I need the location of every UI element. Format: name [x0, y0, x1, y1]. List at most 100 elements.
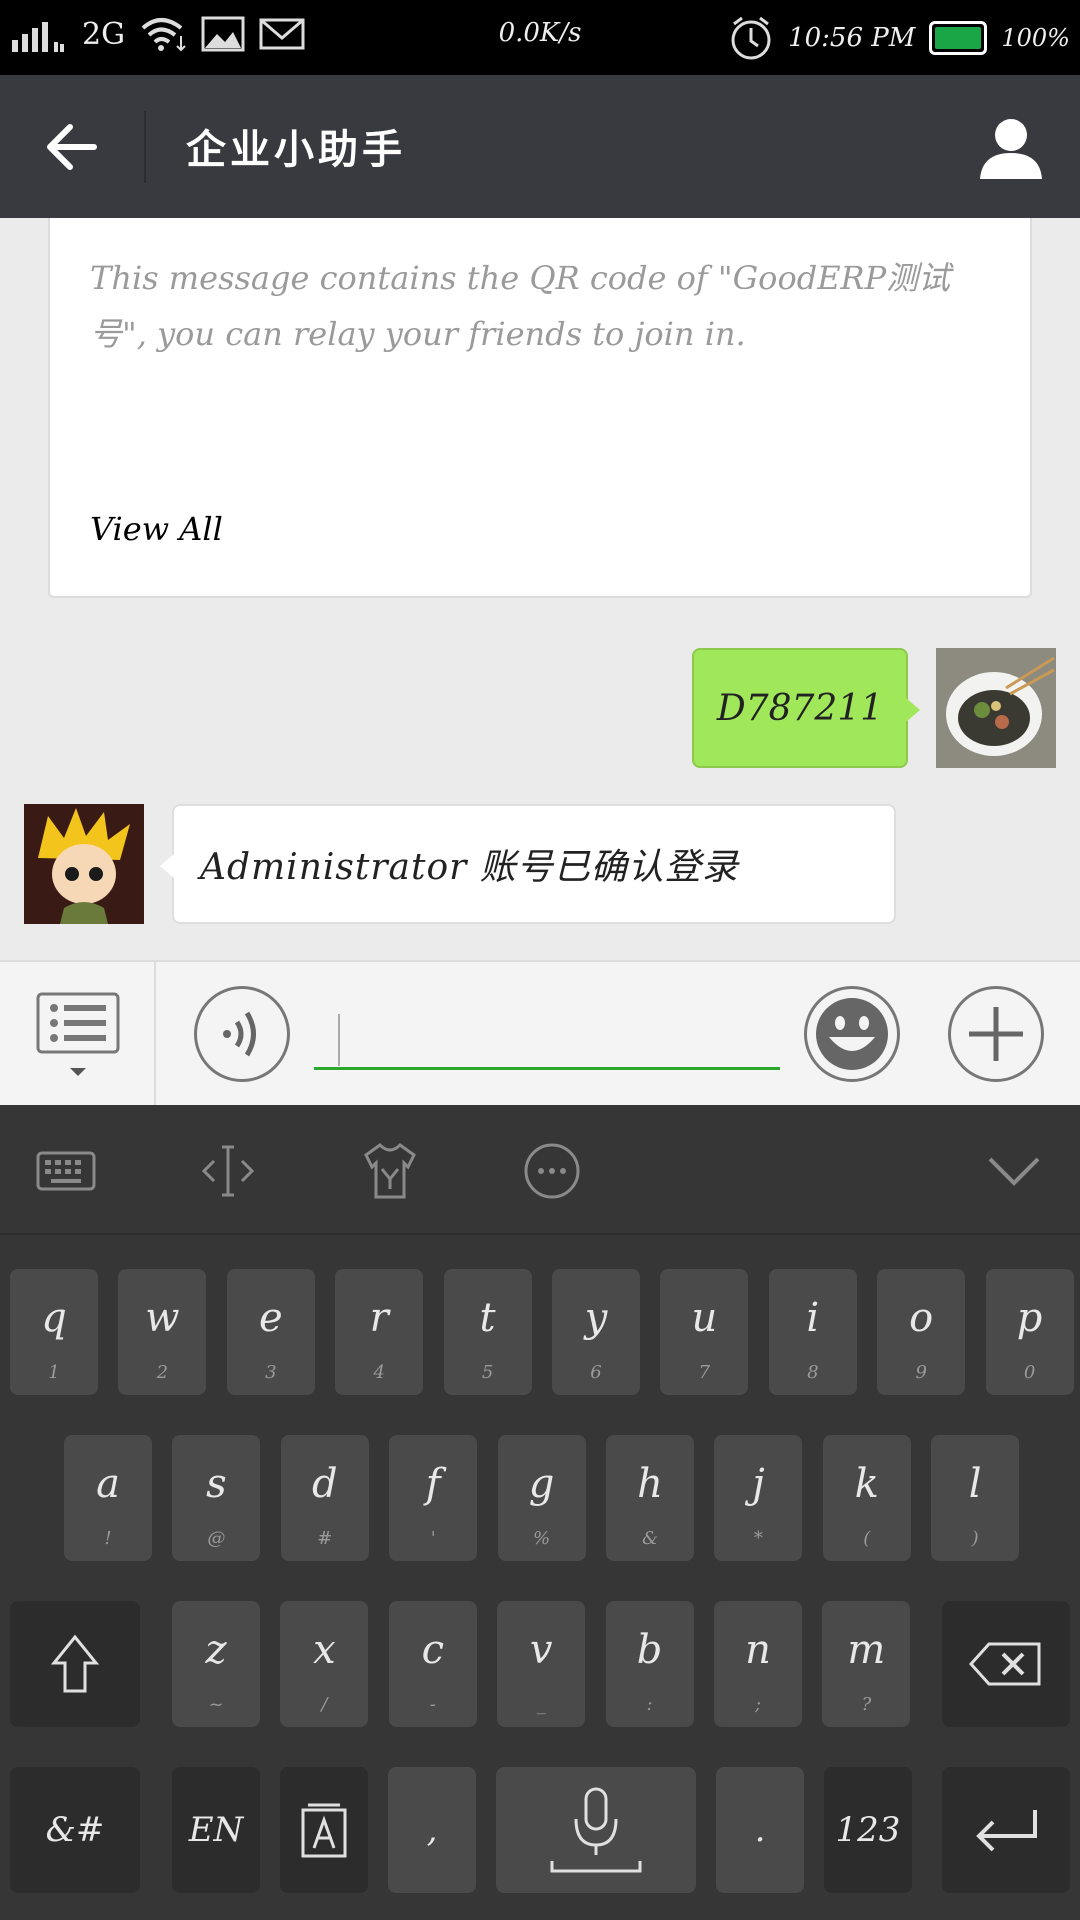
- key-y[interactable]: y6: [552, 1269, 640, 1395]
- key-f[interactable]: f ': [389, 1435, 478, 1561]
- voice-icon: [223, 1011, 256, 1057]
- key-sublabel: ): [971, 1528, 979, 1549]
- key-d[interactable]: d #: [280, 1435, 369, 1561]
- microphone-icon: [550, 1787, 642, 1873]
- key-sublabel: 8: [807, 1362, 819, 1383]
- keyboard-toolbar: [0, 1105, 1080, 1235]
- period-key[interactable]: .: [716, 1767, 804, 1893]
- numbers-key[interactable]: 123: [824, 1767, 912, 1893]
- outgoing-message-bubble[interactable]: D787211: [692, 648, 920, 768]
- key-w[interactable]: w2: [118, 1269, 207, 1395]
- handwriting-key[interactable]: [280, 1767, 368, 1893]
- key-sublabel: !: [104, 1528, 112, 1549]
- comma-key-label: ,: [426, 1810, 438, 1850]
- chat-header: 企业小助手: [0, 75, 1080, 218]
- key-g[interactable]: g%: [497, 1435, 586, 1561]
- key-label: k: [854, 1461, 879, 1507]
- collapse-keyboard-button[interactable]: [984, 1141, 1044, 1201]
- menu-toggle-button[interactable]: [0, 962, 156, 1105]
- key-v[interactable]: v _: [497, 1601, 586, 1727]
- my-avatar[interactable]: [936, 648, 1056, 768]
- key-label: h: [637, 1461, 663, 1507]
- key-r[interactable]: r4: [335, 1269, 424, 1395]
- chat-area[interactable]: This message contains the QR code of "Go…: [0, 218, 1080, 960]
- back-button[interactable]: [40, 115, 104, 179]
- key-h[interactable]: h &: [606, 1435, 694, 1561]
- enter-key[interactable]: [942, 1767, 1070, 1893]
- incoming-message-text: Administrator 账号已确认登录: [200, 847, 739, 888]
- voice-button[interactable]: [194, 986, 290, 1082]
- smiley-icon: [816, 998, 888, 1070]
- key-label: c: [421, 1627, 444, 1673]
- key-u[interactable]: u7: [660, 1269, 749, 1395]
- key-label: a: [96, 1461, 120, 1507]
- handwriting-icon: [301, 1803, 347, 1858]
- key-i[interactable]: i8: [768, 1269, 857, 1395]
- backspace-icon: [969, 1642, 1041, 1686]
- more-options-button[interactable]: [948, 986, 1044, 1082]
- key-label: n: [745, 1627, 771, 1673]
- key-l[interactable]: l): [931, 1435, 1020, 1561]
- key-sublabel: 3: [265, 1362, 277, 1383]
- emoji-button[interactable]: [804, 986, 900, 1082]
- key-j[interactable]: j *: [714, 1435, 803, 1561]
- symbols-key[interactable]: &#: [10, 1767, 140, 1893]
- key-m[interactable]: m?: [822, 1601, 911, 1727]
- key-c[interactable]: c-: [388, 1601, 477, 1727]
- view-all-link[interactable]: View All: [90, 510, 223, 548]
- key-sublabel: (: [863, 1528, 871, 1549]
- key-a[interactable]: a!: [64, 1435, 152, 1561]
- key-q[interactable]: q1: [10, 1269, 98, 1395]
- key-s[interactable]: s @: [172, 1435, 261, 1561]
- language-key[interactable]: EN: [172, 1767, 260, 1893]
- qr-message-card[interactable]: This message contains the QR code of "Go…: [48, 218, 1032, 598]
- key-x[interactable]: x /: [280, 1601, 369, 1727]
- key-label: x: [313, 1627, 336, 1673]
- shift-key[interactable]: [10, 1601, 140, 1727]
- key-label: e: [258, 1295, 283, 1341]
- cursor-move-button[interactable]: [198, 1141, 258, 1201]
- key-z[interactable]: z ~: [172, 1601, 260, 1727]
- key-label: m: [847, 1627, 886, 1673]
- network-speed: 0.0K/s: [498, 18, 582, 48]
- key-label: w: [145, 1295, 180, 1341]
- chat-info-button[interactable]: [978, 115, 1044, 181]
- person-icon: [980, 119, 1042, 179]
- key-o[interactable]: o9: [877, 1269, 966, 1395]
- key-t[interactable]: t5: [443, 1269, 532, 1395]
- card-description: This message contains the QR code of "Go…: [90, 259, 951, 353]
- key-label: b: [636, 1627, 663, 1673]
- numbers-key-label: 123: [835, 1810, 901, 1850]
- key-label: q: [41, 1295, 67, 1341]
- theme-button[interactable]: [360, 1141, 420, 1201]
- alarm-icon: [731, 16, 771, 60]
- key-n[interactable]: n;: [714, 1601, 802, 1727]
- assistant-avatar[interactable]: [24, 804, 144, 924]
- key-e[interactable]: e3: [226, 1269, 315, 1395]
- key-sublabel: ;: [754, 1694, 762, 1715]
- key-sublabel: ': [430, 1528, 436, 1549]
- key-sublabel: #: [317, 1528, 333, 1549]
- cartoon-avatar: [24, 804, 144, 924]
- backspace-key[interactable]: [942, 1601, 1070, 1727]
- key-b[interactable]: b:: [605, 1601, 694, 1727]
- key-label: f: [425, 1461, 441, 1507]
- key-k[interactable]: k(: [822, 1435, 911, 1561]
- keyboard-switch-button[interactable]: [36, 1141, 96, 1201]
- keyboard-icon: [36, 1151, 96, 1191]
- space-voice-key[interactable]: [496, 1767, 696, 1893]
- header-divider: [144, 111, 146, 183]
- message-input[interactable]: [314, 1002, 780, 1070]
- key-sublabel: 2: [156, 1362, 169, 1383]
- key-sublabel: 4: [373, 1362, 385, 1383]
- list-menu-icon: [36, 992, 120, 1076]
- chat-title: 企业小助手: [186, 126, 406, 173]
- incoming-message-bubble[interactable]: Administrator 账号已确认登录: [160, 804, 896, 924]
- enter-icon: [976, 1810, 1037, 1852]
- comma-key[interactable]: ,: [388, 1767, 476, 1893]
- more-tools-button[interactable]: [522, 1141, 582, 1201]
- text-cursor: [338, 1014, 340, 1066]
- key-p[interactable]: p0: [985, 1269, 1074, 1395]
- battery-level: 100%: [1001, 24, 1070, 52]
- chat-input-bar: [0, 960, 1080, 1105]
